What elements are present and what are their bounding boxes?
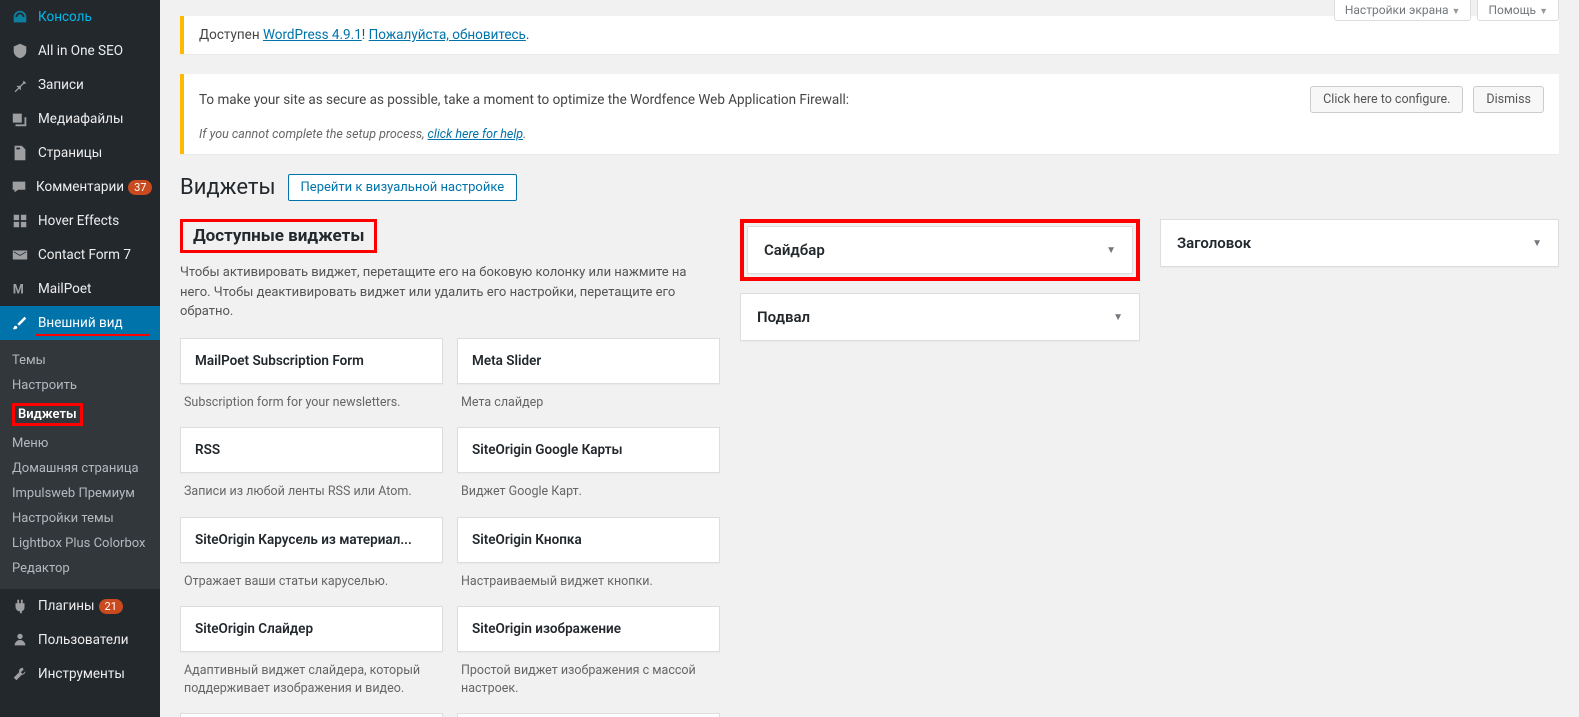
- sidebar-sub-меню[interactable]: Меню: [0, 431, 160, 456]
- count-badge: 37: [128, 180, 152, 195]
- sidebar-item-страницы[interactable]: Страницы: [0, 136, 160, 170]
- widget-desc: Мета слайдер: [457, 384, 720, 418]
- sidebar-item-mailpoet[interactable]: M MailPoet: [0, 272, 160, 306]
- customizer-link-button[interactable]: Перейти к визуальной настройке: [288, 174, 518, 201]
- sidebar-item-label: Внешний вид: [38, 315, 123, 331]
- sidebar-sub-редактор[interactable]: Редактор: [0, 556, 160, 581]
- chevron-down-icon: ▼: [1113, 312, 1123, 323]
- widget-desc: Subscription form for your newsletters.: [180, 384, 443, 418]
- sidebar-item-записи[interactable]: Записи: [0, 68, 160, 102]
- tools-icon: [10, 664, 30, 684]
- comment-icon: [10, 177, 28, 197]
- configure-button[interactable]: Click here to configure.: [1310, 86, 1463, 113]
- wordfence-notice: To make your site as secure as possible,…: [180, 74, 1559, 154]
- widget-desc: Простой виджет изображения с массой наст…: [457, 652, 720, 703]
- chevron-down-icon: ▼: [1106, 245, 1116, 256]
- count-badge: 21: [99, 599, 123, 614]
- sidebar-sub-домашняя-страница[interactable]: Домашняя страница: [0, 456, 160, 481]
- screen-options-tab[interactable]: Настройки экрана▼: [1334, 0, 1472, 21]
- widget-5[interactable]: SiteOrigin Кнопка: [457, 517, 720, 563]
- main-content: Настройки экрана▼ Помощь▼ Доступен WordP…: [160, 0, 1579, 717]
- grid-icon: [10, 211, 30, 231]
- widget-8[interactable]: SiteOrigin редактор: [180, 713, 443, 717]
- widget-desc: Настраиваемый виджет кнопки.: [457, 563, 720, 597]
- admin-sidebar: Консоль All in One SEO Записи Медиафайлы Стр…: [0, 0, 160, 717]
- sidebar-item-label: Hover Effects: [38, 213, 119, 229]
- sidebar-item-hover-effects[interactable]: Hover Effects: [0, 204, 160, 238]
- sidebar-item-label: Консоль: [38, 9, 92, 25]
- notice-message: To make your site as secure as possible,…: [199, 92, 1300, 108]
- shield-icon: [10, 41, 30, 61]
- update-link[interactable]: Пожалуйста, обновитесь: [369, 27, 526, 43]
- available-widgets-heading-highlight: Доступные виджеты: [180, 219, 377, 253]
- sidebar-item-label: Записи: [38, 77, 84, 93]
- sidebar-sub-настроить[interactable]: Настроить: [0, 373, 160, 398]
- sidebar-item-label: Страницы: [38, 145, 102, 161]
- mailpoet-icon: M: [10, 279, 30, 299]
- widget-7[interactable]: SiteOrigin изображение: [457, 606, 720, 652]
- media-icon: [10, 109, 30, 129]
- widget-0[interactable]: MailPoet Subscription Form: [180, 338, 443, 384]
- pin-icon: [10, 75, 30, 95]
- sidebar-item-all-in-one-seo[interactable]: All in One SEO: [0, 34, 160, 68]
- pages-icon: [10, 143, 30, 163]
- widget-9[interactable]: Архивы: [457, 713, 720, 717]
- widget-4[interactable]: SiteOrigin Карусель из материал...: [180, 517, 443, 563]
- page-title: Виджеты: [180, 175, 276, 200]
- sidebar-area-highlight: Сайдбар▼: [740, 219, 1140, 281]
- available-widgets-description: Чтобы активировать виджет, перетащите ег…: [180, 263, 720, 322]
- sidebar-item-консоль[interactable]: Консоль: [0, 0, 160, 34]
- sidebar-sub-lightbox-plus-colorbox[interactable]: Lightbox Plus Colorbox: [0, 531, 160, 556]
- sidebar-submenu: ТемыНастроитьВиджетыМенюДомашняя страниц…: [0, 340, 160, 589]
- update-notice: Доступен WordPress 4.9.1! Пожалуйста, об…: [180, 16, 1559, 54]
- sidebar-item-плагины[interactable]: Плагины 21: [0, 589, 160, 623]
- sidebar-sub-виджеты[interactable]: Виджеты: [0, 398, 160, 431]
- widget-6[interactable]: SiteOrigin Слайдер: [180, 606, 443, 652]
- sidebar-item-label: Contact Form 7: [38, 247, 131, 263]
- users-icon: [10, 630, 30, 650]
- sidebar-item-внешний-вид[interactable]: Внешний вид: [0, 306, 160, 340]
- help-tab[interactable]: Помощь▼: [1477, 0, 1559, 21]
- sidebar-item-label: Пользователи: [38, 632, 129, 648]
- sidebar-sub-impulsweb-премиум[interactable]: Impulsweb Премиум: [0, 481, 160, 506]
- sidebar-item-label: Инструменты: [38, 666, 125, 682]
- widget-1[interactable]: Meta Slider: [457, 338, 720, 384]
- help-link[interactable]: click here for help: [428, 127, 524, 142]
- sidebar-item-label: Плагины: [38, 598, 95, 614]
- brush-icon: [10, 313, 30, 333]
- widget-3[interactable]: SiteOrigin Google Карты: [457, 427, 720, 473]
- sidebar-item-label: All in One SEO: [38, 43, 123, 59]
- sidebar-sub-настройки-темы[interactable]: Настройки темы: [0, 506, 160, 531]
- widget-2[interactable]: RSS: [180, 427, 443, 473]
- widget-area-footer[interactable]: Подвал▼: [741, 294, 1139, 340]
- sidebar-item-инструменты[interactable]: Инструменты: [0, 657, 160, 691]
- widget-area-header[interactable]: Заголовок▼: [1161, 220, 1558, 266]
- sidebar-item-пользователи[interactable]: Пользователи: [0, 623, 160, 657]
- widget-desc: Записи из любой ленты RSS или Atom.: [180, 473, 443, 507]
- widget-desc: Адаптивный виджет слайдера, который подд…: [180, 652, 443, 703]
- widget-desc: Отражает ваши статьи каруселью.: [180, 563, 443, 597]
- widget-desc: Виджет Google Карт.: [457, 473, 720, 507]
- plug-icon: [10, 596, 30, 616]
- widget-area-sidebar[interactable]: Сайдбар▼: [748, 227, 1132, 273]
- sidebar-item-label: MailPoet: [38, 281, 91, 297]
- dismiss-button[interactable]: Dismiss: [1473, 86, 1544, 113]
- sidebar-item-label: Комментарии: [36, 179, 124, 195]
- chevron-down-icon: ▼: [1532, 238, 1542, 249]
- mail-icon: [10, 245, 30, 265]
- sidebar-sub-темы[interactable]: Темы: [0, 348, 160, 373]
- sidebar-item-contact-form-7[interactable]: Contact Form 7: [0, 238, 160, 272]
- sidebar-item-медиафайлы[interactable]: Медиафайлы: [0, 102, 160, 136]
- svg-text:M: M: [13, 283, 24, 298]
- available-widgets-heading: Доступные виджеты: [193, 226, 364, 246]
- dashboard-icon: [10, 7, 30, 27]
- sidebar-item-комментарии[interactable]: Комментарии 37: [0, 170, 160, 204]
- sidebar-item-label: Медиафайлы: [38, 111, 123, 127]
- wordpress-version-link[interactable]: WordPress 4.9.1: [263, 27, 362, 43]
